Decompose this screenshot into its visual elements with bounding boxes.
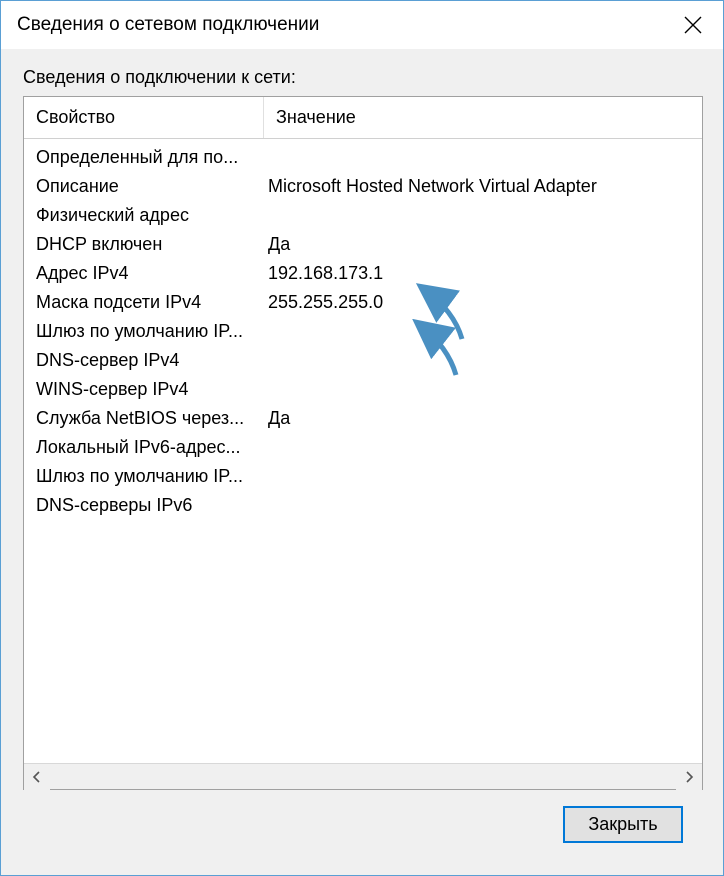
table-row[interactable]: Описание Microsoft Hosted Network Virtua…: [24, 172, 702, 201]
value-cell: Да: [264, 234, 702, 255]
horizontal-scrollbar[interactable]: [24, 763, 702, 789]
value-cell: [264, 437, 702, 458]
value-cell: [264, 350, 702, 371]
value-cell: Microsoft Hosted Network Virtual Adapter: [264, 176, 702, 197]
table-row[interactable]: DNS-сервер IPv4: [24, 346, 702, 375]
table-row[interactable]: Адрес IPv4 192.168.173.1: [24, 259, 702, 288]
property-cell: Определенный для по...: [24, 147, 264, 168]
property-cell: Адрес IPv4: [24, 263, 264, 284]
list-header: Свойство Значение: [24, 97, 702, 139]
column-header-value[interactable]: Значение: [264, 97, 702, 138]
property-cell: Физический адрес: [24, 205, 264, 226]
property-cell: Описание: [24, 176, 264, 197]
table-row[interactable]: DHCP включен Да: [24, 230, 702, 259]
value-cell: [264, 147, 702, 168]
column-header-property[interactable]: Свойство: [24, 97, 264, 138]
value-cell: 255.255.255.0: [264, 292, 702, 313]
dialog-footer: Закрыть: [23, 790, 703, 861]
table-row[interactable]: Шлюз по умолчанию IP...: [24, 317, 702, 346]
property-cell: Шлюз по умолчанию IP...: [24, 466, 264, 487]
property-cell: WINS-сервер IPv4: [24, 379, 264, 400]
table-row[interactable]: Служба NetBIOS через... Да: [24, 404, 702, 433]
value-cell: [264, 321, 702, 342]
value-cell: 192.168.173.1: [264, 263, 702, 284]
list-body: Определенный для по... Описание Microsof…: [24, 139, 702, 763]
section-label: Сведения о подключении к сети:: [23, 67, 703, 88]
property-cell: Локальный IPv6-адрес...: [24, 437, 264, 458]
value-cell: [264, 205, 702, 226]
table-row[interactable]: WINS-сервер IPv4: [24, 375, 702, 404]
table-row[interactable]: Определенный для по...: [24, 143, 702, 172]
table-row[interactable]: DNS-серверы IPv6: [24, 491, 702, 520]
close-button[interactable]: Закрыть: [563, 806, 683, 843]
value-cell: Да: [264, 408, 702, 429]
property-cell: DNS-сервер IPv4: [24, 350, 264, 371]
content-area: Сведения о подключении к сети: Свойство …: [1, 49, 723, 875]
table-row[interactable]: Маска подсети IPv4 255.255.255.0: [24, 288, 702, 317]
window-title: Сведения о сетевом подключении: [17, 14, 319, 36]
property-cell: DHCP включен: [24, 234, 264, 255]
property-cell: DNS-серверы IPv6: [24, 495, 264, 516]
value-cell: [264, 495, 702, 516]
scroll-right-icon[interactable]: [676, 764, 702, 790]
table-row[interactable]: Шлюз по умолчанию IP...: [24, 462, 702, 491]
table-row[interactable]: Локальный IPv6-адрес...: [24, 433, 702, 462]
titlebar: Сведения о сетевом подключении: [1, 1, 723, 49]
scroll-left-icon[interactable]: [24, 764, 50, 790]
network-details-dialog: Сведения о сетевом подключении Сведения …: [0, 0, 724, 876]
property-cell: Служба NetBIOS через...: [24, 408, 264, 429]
value-cell: [264, 466, 702, 487]
close-icon[interactable]: [663, 1, 723, 49]
property-cell: Шлюз по умолчанию IP...: [24, 321, 264, 342]
properties-list: Свойство Значение Определенный для по...…: [23, 96, 703, 790]
table-row[interactable]: Физический адрес: [24, 201, 702, 230]
value-cell: [264, 379, 702, 400]
property-cell: Маска подсети IPv4: [24, 292, 264, 313]
